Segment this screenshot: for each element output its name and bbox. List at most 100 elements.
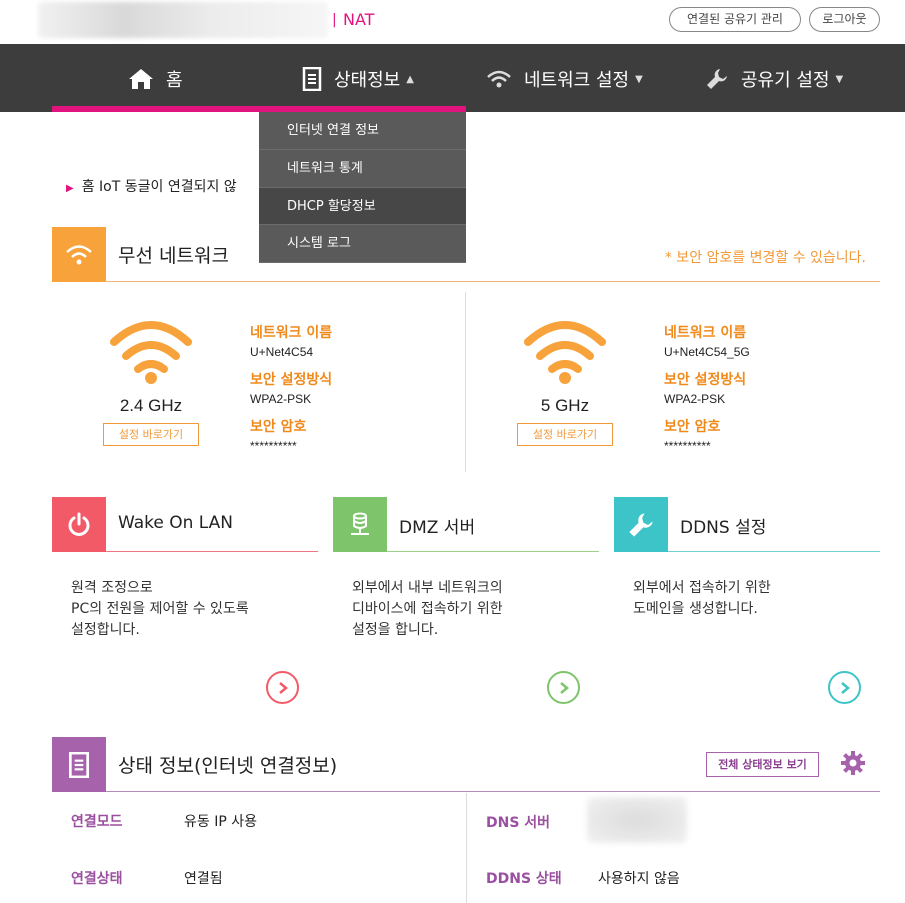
nav-network[interactable]: 네트워크 설정 ▼: [486, 64, 643, 94]
status-divider: [466, 793, 467, 903]
desc-line: 설정합니다.: [71, 622, 140, 638]
password-value: **********: [664, 439, 711, 453]
status-title: 상태 정보(인터넷 연결정보): [118, 755, 338, 777]
wifi-divider: [465, 292, 466, 472]
menu-item-internet-info[interactable]: 인터넷 연결 정보: [259, 112, 466, 150]
status-value: 연결됨: [184, 871, 223, 887]
desc-line: 설정을 합니다.: [352, 622, 439, 638]
wifi-signal-icon: [524, 321, 606, 384]
full-status-button[interactable]: 전체 상태정보 보기: [706, 752, 819, 777]
top-bar: | NAT 연결된 공유기 관리 로그아웃: [0, 0, 905, 44]
status-value: 사용하지 않음: [598, 871, 680, 887]
wrench-icon: [629, 512, 653, 537]
caret-down-icon: ▼: [835, 73, 844, 85]
document-icon: [68, 751, 90, 778]
desc-line: 원격 조정으로: [71, 580, 153, 596]
password-value: **********: [250, 439, 297, 453]
nav-status-label: 상태정보: [334, 70, 401, 91]
wifi-info: 네트워크 이름 U+Net4C54 보안 설정방식 WPA2-PSK 보안 암호…: [250, 322, 332, 463]
nav-status[interactable]: 상태정보 ▲: [302, 64, 414, 94]
chevron-right-icon: [559, 681, 569, 694]
wireless-title: 무선 네트워크: [118, 245, 229, 267]
main-nav: 홈 상태정보 ▲ 네트워크 설정 ▼ 공유기 설정 ▼: [0, 44, 905, 112]
goto-settings-button[interactable]: 설정 바로가기: [517, 423, 613, 446]
nav-home-label: 홈: [166, 70, 183, 91]
manage-router-button[interactable]: 연결된 공유기 관리: [669, 7, 801, 32]
status-label: 연결모드: [71, 814, 123, 830]
status-badge: [52, 737, 106, 792]
status-dropdown-menu: 인터넷 연결 정보 네트워크 통계 DHCP 할당정보 시스템 로그: [259, 112, 466, 263]
home-icon: [128, 67, 154, 91]
logout-button[interactable]: 로그아웃: [809, 7, 880, 32]
wol-description: 원격 조정으로 PC의 전원을 제어할 수 있도록 설정합니다.: [71, 578, 301, 641]
wifi-icon: [66, 244, 92, 264]
nav-router[interactable]: 공유기 설정 ▼: [705, 64, 843, 94]
database-icon: [351, 512, 369, 535]
status-row-state: 연결상태: [71, 868, 123, 888]
header-separator: |: [332, 12, 337, 28]
document-icon: [302, 67, 322, 91]
network-name-value: U+Net4C54: [250, 345, 314, 359]
desc-line: 외부에서 접속하기 위한: [633, 580, 771, 596]
wifi-badge: [52, 227, 106, 282]
security-method-label: 보안 설정방식: [250, 372, 333, 388]
dmz-card-header: DMZ 서버: [333, 497, 599, 552]
menu-item-dhcp[interactable]: DHCP 할당정보: [259, 187, 466, 226]
network-name-label: 네트워크 이름: [664, 325, 747, 341]
caret-down-icon: ▼: [635, 73, 643, 85]
password-label: 보안 암호: [250, 419, 307, 435]
status-row-mode: 연결모드: [71, 811, 123, 831]
status-row-ddns: DDNS 상태: [486, 868, 562, 888]
wifi-panel-24ghz: 2.4 GHz 설정 바로가기 네트워크 이름 U+Net4C54 보안 설정방…: [95, 292, 465, 472]
password-label: 보안 암호: [664, 419, 721, 435]
desc-line: PC의 전원을 제어할 수 있도록: [71, 601, 249, 617]
dmz-description: 외부에서 내부 네트워크의 디바이스에 접속하기 위한 설정을 합니다.: [352, 578, 582, 641]
ddns-go-button[interactable]: [828, 671, 861, 704]
server-badge: [333, 497, 387, 552]
triangle-icon: ▶: [66, 183, 74, 194]
status-label: 연결상태: [71, 871, 123, 887]
blurred-dns-value: [587, 797, 687, 843]
security-method-value: WPA2-PSK: [250, 392, 312, 406]
status-label: DDNS 상태: [486, 871, 562, 887]
chevron-right-icon: [840, 681, 850, 694]
wifi-signal-icon: [110, 321, 192, 384]
power-icon: [68, 512, 90, 536]
wifi-panel-5ghz: 5 GHz 설정 바로가기 네트워크 이름 U+Net4C54_5G 보안 설정…: [509, 292, 879, 472]
iot-notice: ▶ 홈 IoT 동글이 연결되지 않: [66, 176, 237, 196]
wrench-badge: [614, 497, 668, 552]
wol-title: Wake On LAN: [118, 513, 234, 533]
mode-label: NAT: [343, 10, 375, 29]
wifi-info: 네트워크 이름 U+Net4C54_5G 보안 설정방식 WPA2-PSK 보안…: [664, 322, 750, 463]
status-value: 유동 IP 사용: [184, 814, 257, 830]
status-row-dns: DNS 서버: [486, 812, 550, 832]
security-method-label: 보안 설정방식: [664, 372, 747, 388]
wol-card-header: Wake On LAN: [52, 497, 318, 552]
iot-notice-text: 홈 IoT 동글이 연결되지 않: [81, 179, 237, 195]
band-label: 2.4 GHz: [119, 396, 183, 415]
network-name-label: 네트워크 이름: [250, 325, 333, 341]
ddns-description: 외부에서 접속하기 위한 도메인을 생성합니다.: [633, 578, 863, 620]
chevron-right-icon: [278, 681, 288, 694]
security-method-value: WPA2-PSK: [664, 392, 726, 406]
wrench-icon: [705, 67, 729, 91]
nav-home[interactable]: 홈: [128, 64, 183, 94]
wireless-note: * 보안 암호를 변경할 수 있습니다.: [664, 250, 866, 266]
menu-item-system-log[interactable]: 시스템 로그: [259, 225, 466, 263]
goto-settings-button[interactable]: 설정 바로가기: [103, 423, 199, 446]
power-badge: [52, 497, 106, 552]
wol-go-button[interactable]: [266, 671, 299, 704]
dmz-title: DMZ 서버: [399, 518, 476, 538]
wireless-section-header: 무선 네트워크 * 보안 암호를 변경할 수 있습니다.: [52, 227, 880, 282]
ddns-card-header: DDNS 설정: [614, 497, 880, 552]
nav-router-label: 공유기 설정: [741, 70, 830, 91]
status-label: DNS 서버: [486, 815, 551, 831]
ddns-title: DDNS 설정: [680, 518, 767, 538]
menu-item-network-stats[interactable]: 네트워크 통계: [259, 150, 466, 188]
gear-icon[interactable]: [840, 750, 866, 776]
desc-line: 외부에서 내부 네트워크의: [352, 580, 503, 596]
dmz-go-button[interactable]: [547, 671, 580, 704]
status-section-header: 상태 정보(인터넷 연결정보) 전체 상태정보 보기: [52, 737, 880, 792]
network-name-value: U+Net4C54_5G: [664, 345, 750, 359]
wifi-icon: [486, 69, 512, 89]
